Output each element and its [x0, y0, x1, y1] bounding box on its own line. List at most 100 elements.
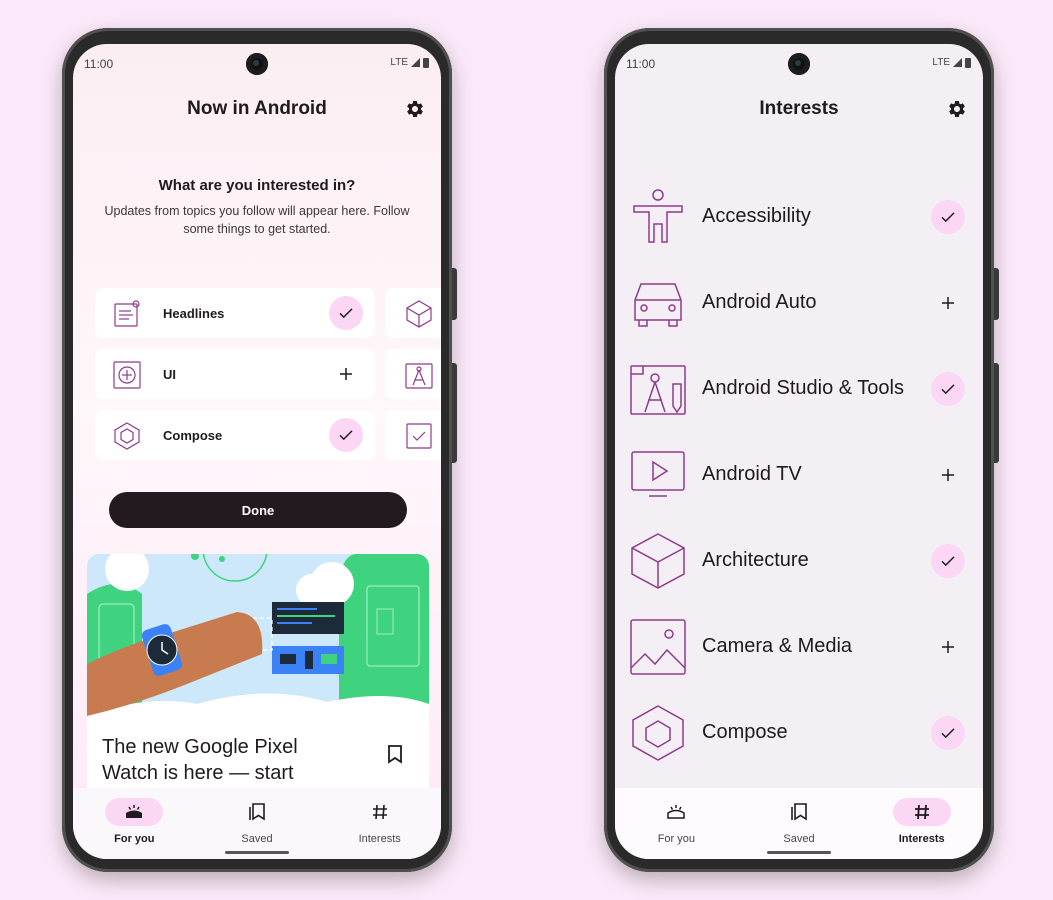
battery-icon	[423, 57, 429, 68]
interest-item-android-tv[interactable]: Android TV	[615, 432, 983, 518]
tv-icon	[631, 451, 685, 497]
bottom-navigation: For you Saved Interests	[73, 788, 441, 859]
hexagon-icon	[632, 705, 684, 761]
status-time: 11:00	[84, 57, 114, 71]
check-icon	[339, 430, 353, 441]
plus-icon	[942, 641, 954, 653]
image-icon	[630, 619, 686, 675]
follow-toggle[interactable]	[931, 200, 965, 234]
plus-icon	[942, 469, 954, 481]
check-icon	[339, 308, 353, 319]
check-icon	[941, 384, 955, 395]
nav-item-interests[interactable]: Interests	[318, 788, 441, 859]
status-bar: 11:00 LTE	[73, 57, 441, 77]
studio-tools-icon	[630, 365, 686, 415]
bookmark-icon[interactable]	[387, 744, 403, 764]
home-indicator[interactable]	[767, 851, 831, 854]
check-icon	[941, 556, 955, 567]
network-label: LTE	[390, 57, 408, 68]
topic-chip-headlines[interactable]: Headlines	[95, 288, 375, 338]
interest-label: Architecture	[702, 549, 809, 571]
studio-tools-icon	[405, 363, 433, 389]
nav-label: Interests	[898, 833, 945, 845]
nav-label: Saved	[783, 833, 815, 845]
nav-label: For you	[114, 833, 155, 845]
interest-label: Android Studio & Tools	[702, 377, 904, 399]
signal-icon	[953, 58, 962, 67]
topic-chip-peek-checkbox[interactable]	[385, 410, 441, 460]
network-label: LTE	[932, 57, 950, 68]
follow-toggle[interactable]	[329, 296, 363, 330]
phone-for-you: 11:00 LTE Now in Android What are you in…	[62, 28, 457, 872]
nav-label: Saved	[241, 833, 273, 845]
interest-item-architecture[interactable]: Architecture	[615, 518, 983, 604]
follow-toggle[interactable]	[931, 630, 965, 664]
nav-item-interests[interactable]: Interests	[860, 788, 983, 859]
page-title: Interests	[759, 98, 839, 119]
nav-label: For you	[657, 833, 695, 845]
for-you-icon	[126, 805, 143, 818]
nav-item-for-you[interactable]: For you	[73, 788, 196, 859]
interest-item-android-auto[interactable]: Android Auto	[615, 260, 983, 346]
chip-label: Compose	[163, 427, 223, 443]
nav-item-saved[interactable]: Saved	[196, 788, 319, 859]
hashtag-icon	[372, 804, 387, 820]
newspaper-icon	[114, 300, 140, 327]
nav-item-saved[interactable]: Saved	[738, 788, 861, 859]
status-bar: 11:00 LTE	[615, 57, 983, 77]
battery-icon	[965, 57, 971, 68]
interest-item-compose[interactable]: Compose	[615, 690, 983, 776]
interest-label: Android TV	[702, 463, 802, 485]
for-you-screen: 11:00 LTE Now in Android What are you in…	[73, 44, 441, 859]
accessibility-icon	[633, 189, 683, 243]
gear-icon[interactable]	[405, 99, 425, 119]
topic-chip-compose[interactable]: Compose	[95, 410, 375, 460]
done-button[interactable]: Done	[109, 492, 407, 528]
follow-toggle[interactable]	[329, 357, 363, 391]
follow-toggle[interactable]	[931, 544, 965, 578]
car-icon	[634, 283, 682, 327]
phone-interests: 11:00 LTE Interests Accessibility Androi…	[604, 28, 999, 872]
news-title[interactable]: The new Google Pixel Watch is here — sta…	[102, 734, 342, 786]
gear-icon[interactable]	[947, 99, 967, 119]
interest-label: Android Auto	[702, 291, 817, 313]
plus-square-icon	[113, 361, 141, 389]
cube-icon	[631, 533, 685, 589]
nav-item-for-you[interactable]: For you	[615, 788, 738, 859]
follow-toggle[interactable]	[931, 372, 965, 406]
interest-label: Accessibility	[702, 205, 811, 227]
onboarding-title: What are you interested in?	[158, 177, 356, 194]
follow-toggle[interactable]	[931, 286, 965, 320]
news-card[interactable]: The new Google Pixel Watch is here — sta…	[87, 554, 429, 794]
interest-item-android-studio-tools[interactable]: Android Studio & Tools	[615, 346, 983, 432]
cube-icon	[406, 300, 432, 328]
nav-label: Interests	[358, 833, 401, 845]
interest-item-camera-media[interactable]: Camera & Media	[615, 604, 983, 690]
topic-chip-peek-architecture[interactable]	[385, 288, 441, 338]
hashtag-icon	[914, 804, 929, 820]
check-icon	[941, 212, 955, 223]
topic-chip-peek-studio[interactable]	[385, 349, 441, 399]
chip-label: Headlines	[163, 305, 225, 321]
for-you-icon	[667, 805, 686, 819]
interest-label: Compose	[702, 721, 788, 743]
plus-icon	[942, 297, 954, 309]
signal-icon	[411, 58, 420, 67]
follow-toggle[interactable]	[329, 418, 363, 452]
check-icon	[941, 728, 955, 739]
follow-toggle[interactable]	[931, 458, 965, 492]
interests-screen: 11:00 LTE Interests Accessibility Androi…	[615, 44, 983, 859]
news-header-image	[87, 554, 429, 716]
home-indicator[interactable]	[225, 851, 289, 854]
onboarding-subtitle: Updates from topics you follow will appe…	[104, 204, 410, 236]
follow-toggle[interactable]	[931, 716, 965, 750]
topic-chip-ui[interactable]: UI	[95, 349, 375, 399]
plus-icon	[340, 368, 352, 380]
bookmarks-icon	[791, 803, 807, 821]
interest-label: Camera & Media	[702, 635, 853, 657]
checkbox-icon	[406, 423, 432, 449]
chip-label: UI	[163, 366, 176, 382]
page-title: Now in Android	[187, 98, 327, 119]
bottom-navigation: For you Saved Interests	[615, 788, 983, 859]
interest-item-accessibility[interactable]: Accessibility	[615, 174, 983, 260]
